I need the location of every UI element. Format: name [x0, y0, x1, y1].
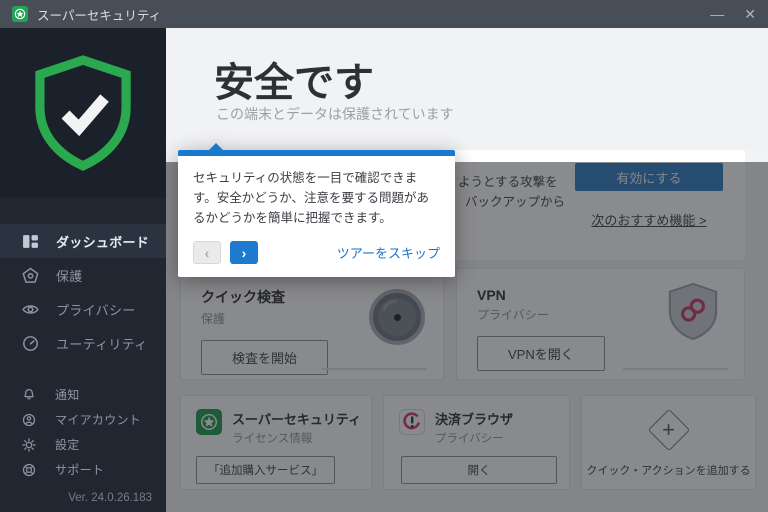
account-icon	[22, 413, 36, 427]
sidebar-item-notifications[interactable]: 通知	[0, 382, 166, 407]
app-logo-icon	[12, 6, 28, 22]
minimize-icon[interactable]: —	[710, 7, 724, 21]
sidebar-item-label: 保護	[56, 266, 83, 285]
tour-tooltip: セキュリティの状態を一目で確認できます。安全かどうか、注意を要する問題があるかど…	[178, 143, 455, 277]
titlebar: スーパーセキュリティ — ✕	[0, 0, 768, 28]
sidebar-item-label: ダッシュボード	[56, 232, 149, 251]
sidebar-item-protection[interactable]: 保護	[0, 258, 166, 292]
tour-next-button[interactable]: ›	[230, 241, 258, 264]
sidebar-item-label: 通知	[55, 386, 80, 403]
tooltip-text: セキュリティの状態を一目で確認できます。安全かどうか、注意を要する問題があるかど…	[193, 168, 440, 228]
dashboard-icon	[22, 233, 39, 250]
sidebar-item-label: サポート	[55, 461, 104, 478]
brand-shield-logo	[0, 28, 166, 198]
sidebar-item-settings[interactable]: 設定	[0, 432, 166, 457]
sidebar-item-label: 設定	[55, 436, 80, 453]
sidebar-secondary-nav: 通知 マイアカウント 設定 サポート	[0, 382, 166, 482]
sidebar: ダッシュボード 保護 プライバシー ユーティリティ	[0, 28, 166, 512]
protection-pentagon-icon	[22, 267, 39, 284]
status-title: 安全です	[214, 50, 374, 108]
sidebar-item-dashboard[interactable]: ダッシュボード	[0, 224, 166, 258]
tour-skip-link[interactable]: ツアーをスキップ	[337, 243, 440, 262]
sidebar-item-label: ユーティリティ	[56, 334, 148, 353]
tooltip-caret-up-icon	[208, 143, 224, 151]
status-subtitle: この端末とデータは保護されています	[216, 104, 454, 124]
utility-gauge-icon	[22, 335, 39, 352]
dashboard-content: ようとする攻撃を バックアップから 有効にする 次のおすすめ機能 > クイック検…	[166, 150, 768, 512]
app-window: スーパーセキュリティ — ✕ ダッシュボード 保護	[0, 0, 768, 512]
status-header: 安全です この端末とデータは保護されています	[166, 28, 768, 150]
window-title: スーパーセキュリティ	[37, 5, 161, 24]
sidebar-item-label: プライバシー	[56, 300, 136, 319]
sidebar-item-label: マイアカウント	[55, 411, 141, 428]
close-icon[interactable]: ✕	[744, 7, 756, 21]
support-lifebuoy-icon	[22, 463, 36, 477]
privacy-eye-icon	[22, 301, 39, 318]
sidebar-primary-nav: ダッシュボード 保護 プライバシー ユーティリティ	[0, 224, 166, 360]
gear-icon	[22, 438, 36, 452]
shield-check-icon	[31, 54, 135, 172]
sidebar-item-support[interactable]: サポート	[0, 457, 166, 482]
bell-icon	[22, 388, 36, 402]
sidebar-item-utility[interactable]: ユーティリティ	[0, 326, 166, 360]
tour-prev-button[interactable]: ‹	[193, 241, 221, 264]
sidebar-item-account[interactable]: マイアカウント	[0, 407, 166, 432]
app-version: Ver. 24.0.26.183	[68, 492, 152, 504]
sidebar-item-privacy[interactable]: プライバシー	[0, 292, 166, 326]
